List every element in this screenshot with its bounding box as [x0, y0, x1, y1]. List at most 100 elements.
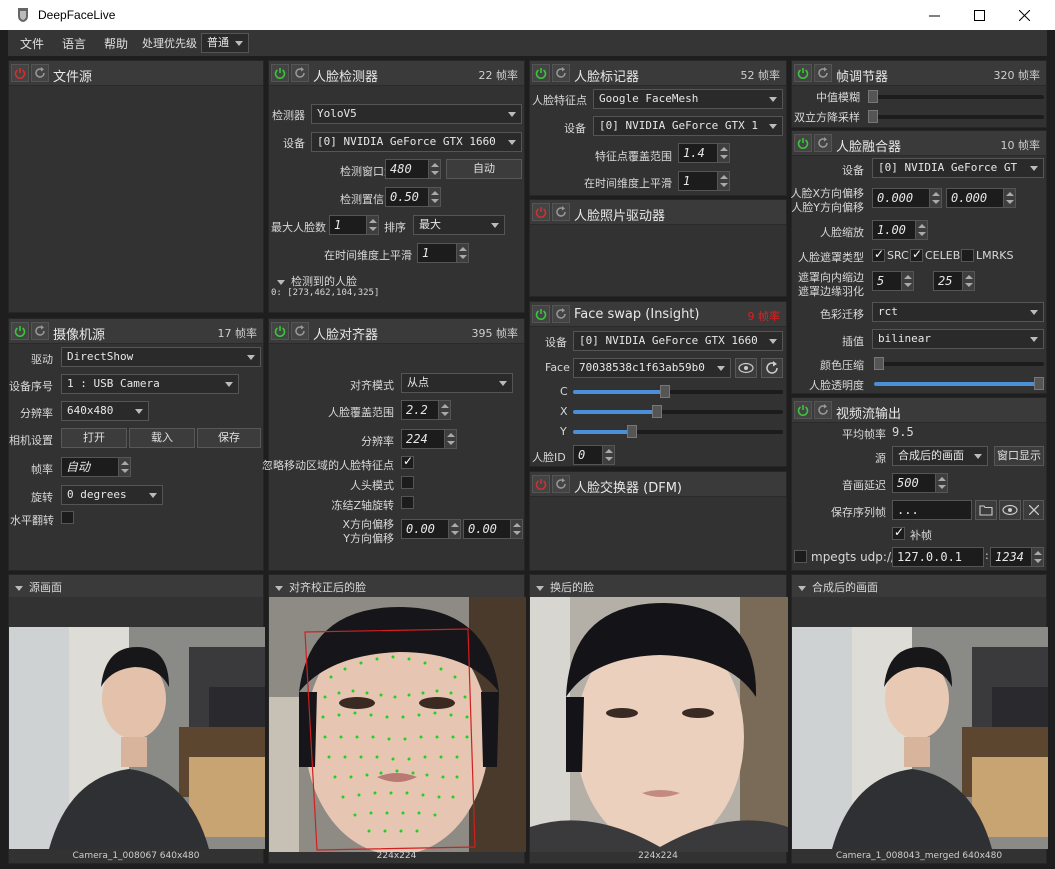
reset-button[interactable]	[552, 305, 570, 323]
spin-arrows-icon[interactable]	[962, 272, 974, 290]
load-settings-button[interactable]: 载入	[129, 428, 195, 448]
max-faces-spinbox[interactable]: 1	[329, 215, 379, 235]
view-header[interactable]: 对齐校正后的脸	[269, 575, 524, 597]
sort-select[interactable]: 最大	[413, 215, 505, 235]
device-select[interactable]: [0] NVIDIA GeForce GTX 1	[593, 116, 783, 136]
reset-button[interactable]	[291, 64, 309, 82]
detector-select[interactable]: YoloV5	[311, 104, 522, 124]
freeze-z-checkbox[interactable]	[401, 496, 414, 509]
device-select[interactable]: [0] NVIDIA GeForce GTX 1660	[311, 132, 522, 152]
threshold-spinbox[interactable]: 0.50	[385, 187, 441, 207]
minimize-button[interactable]	[911, 0, 957, 30]
spin-arrows-icon[interactable]	[1003, 189, 1015, 207]
spin-arrows-icon[interactable]	[444, 430, 456, 448]
power-button[interactable]	[794, 134, 812, 152]
menu-language[interactable]: 语言	[56, 35, 92, 52]
spin-arrows-icon[interactable]	[1031, 548, 1043, 566]
align-mode-select[interactable]: 从点	[401, 373, 513, 393]
marker-select[interactable]: Google FaceMesh	[593, 89, 783, 109]
y-slider[interactable]	[573, 425, 783, 438]
yoffset-spinbox[interactable]: 0.00	[463, 519, 523, 539]
spin-arrows-icon[interactable]	[456, 244, 468, 262]
spin-arrows-icon[interactable]	[118, 458, 130, 476]
c-slider-handle[interactable]	[660, 385, 671, 398]
temporal-spinbox[interactable]: 1	[417, 243, 469, 263]
spin-arrows-icon[interactable]	[901, 272, 913, 290]
power-button[interactable]	[11, 322, 29, 340]
menu-help[interactable]: 帮助	[98, 35, 134, 52]
open-settings-button[interactable]: 打开	[61, 428, 127, 448]
power-button[interactable]	[532, 305, 550, 323]
exclude-moving-checkbox[interactable]	[401, 454, 414, 469]
delay-spinbox[interactable]: 500	[892, 473, 948, 493]
head-mode-checkbox[interactable]	[401, 476, 414, 489]
erode-spinbox[interactable]: 5	[872, 271, 914, 291]
flip-checkbox[interactable]	[61, 511, 74, 524]
power-button[interactable]	[11, 64, 29, 82]
spin-arrows-icon[interactable]	[717, 144, 729, 162]
power-button[interactable]	[532, 203, 550, 221]
y-slider-handle[interactable]	[626, 425, 637, 438]
color-transfer-select[interactable]: rct	[872, 302, 1044, 322]
reset-button[interactable]	[814, 64, 832, 82]
show-face-button[interactable]	[735, 358, 757, 378]
spin-arrows-icon[interactable]	[366, 216, 378, 234]
blur-spinbox[interactable]: 25	[933, 271, 975, 291]
reset-button[interactable]	[552, 203, 570, 221]
reset-button[interactable]	[291, 322, 309, 340]
save-settings-button[interactable]: 保存	[197, 428, 261, 448]
fps-spinbox[interactable]: 自动	[61, 457, 131, 477]
face-model-select[interactable]: 70038538c1f63ab59b0	[573, 358, 731, 378]
reset-button[interactable]	[31, 322, 49, 340]
power-button[interactable]	[532, 64, 550, 82]
spin-arrows-icon[interactable]	[428, 188, 440, 206]
window-display-button[interactable]: 窗口显示	[994, 446, 1044, 466]
slider-handle[interactable]	[874, 357, 884, 370]
power-button[interactable]	[794, 401, 812, 419]
x-slider-handle[interactable]	[652, 405, 662, 418]
xoffset-spinbox[interactable]: 0.000	[872, 188, 942, 208]
spin-arrows-icon[interactable]	[510, 520, 522, 538]
driver-select[interactable]: DirectShow	[61, 347, 261, 367]
show-sequence-button[interactable]	[999, 500, 1021, 520]
reset-button[interactable]	[31, 64, 49, 82]
face-id-spinbox[interactable]: 0	[573, 445, 615, 465]
reload-face-button[interactable]	[761, 358, 783, 378]
reset-button[interactable]	[552, 475, 570, 493]
source-select[interactable]: 合成后的画面	[892, 446, 988, 466]
power-button[interactable]	[271, 322, 289, 340]
mask-src-checkbox[interactable]	[872, 247, 885, 262]
interpolation-select[interactable]: bilinear	[872, 329, 1044, 349]
priority-select[interactable]: 普通	[201, 33, 250, 53]
median-blur-slider[interactable]	[868, 90, 1044, 103]
opacity-slider-handle[interactable]	[1034, 377, 1044, 390]
reset-button[interactable]	[814, 134, 832, 152]
range-spinbox[interactable]: 1.4	[678, 143, 730, 163]
spin-arrows-icon[interactable]	[438, 401, 450, 419]
degrade-slider[interactable]	[868, 110, 1044, 123]
mpegts-checkbox[interactable]	[794, 550, 807, 563]
spin-arrows-icon[interactable]	[935, 474, 947, 492]
device-index-select[interactable]: 1 : USB Camera	[61, 374, 239, 394]
mpegts-port-spinbox[interactable]: 1234	[990, 547, 1044, 567]
rotation-select[interactable]: 0 degrees	[61, 485, 163, 505]
fill-frames-checkbox[interactable]	[892, 525, 905, 540]
spin-arrows-icon[interactable]	[717, 172, 729, 190]
power-button[interactable]	[532, 475, 550, 493]
reset-button[interactable]	[814, 401, 832, 419]
menu-file[interactable]: 文件	[14, 35, 50, 52]
open-folder-button[interactable]	[975, 500, 997, 520]
spin-arrows-icon[interactable]	[428, 160, 440, 178]
scale-spinbox[interactable]: 1.00	[872, 220, 928, 240]
maximize-button[interactable]	[956, 0, 1002, 30]
window-size-spinbox[interactable]: 480	[385, 159, 441, 179]
view-header[interactable]: 合成后的画面	[792, 575, 1046, 597]
view-header[interactable]: 换后的脸	[530, 575, 786, 597]
opacity-slider[interactable]	[874, 377, 1044, 390]
auto-button[interactable]: 自动	[446, 159, 522, 179]
save-sequence-input[interactable]: ...	[892, 500, 972, 520]
device-select[interactable]: [0] NVIDIA GeForce GTX 1660	[573, 331, 783, 351]
spin-arrows-icon[interactable]	[929, 189, 941, 207]
coverage-spinbox[interactable]: 2.2	[401, 400, 451, 420]
view-header[interactable]: 源画面	[9, 575, 263, 597]
